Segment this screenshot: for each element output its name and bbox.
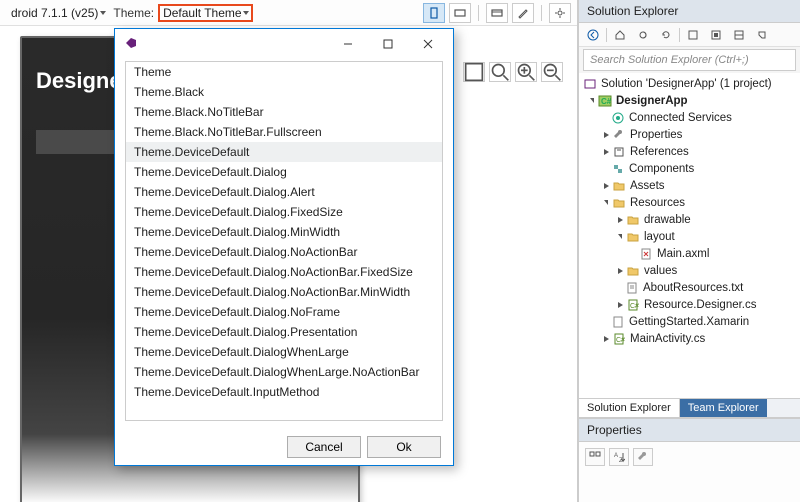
theme-option[interactable]: Theme.Black [126,82,442,102]
alphabetical-button[interactable]: AZ [609,448,629,466]
theme-option[interactable]: Theme.DeviceDefault.Dialog.Alert [126,182,442,202]
axml-file-icon [639,247,653,261]
theme-option[interactable]: Theme.DeviceDefault.Dialog.Presentation [126,322,442,342]
theme-option[interactable]: Theme.DeviceDefault.InputMethod [126,382,442,402]
device-dropdown[interactable]: droid 7.1.1 (v25) [6,4,109,22]
svg-text:C#: C# [630,303,639,310]
folder-icon [626,230,640,244]
solution-explorer-title: Solution Explorer [579,0,800,23]
designer-toolbar: droid 7.1.1 (v25) Theme: Default Theme [0,0,577,26]
home-button[interactable] [610,26,630,44]
preview-button[interactable] [752,26,772,44]
action-bar-button[interactable] [486,3,508,23]
csharp-project-icon: C# [598,94,612,108]
text-file-icon [625,281,639,295]
theme-option[interactable]: Theme.DeviceDefault [126,142,442,162]
solution-tree[interactable]: Solution 'DesignerApp' (1 project) C#Des… [579,73,800,398]
tree-node[interactable]: Resources [579,194,800,211]
theme-option[interactable]: Theme.DeviceDefault.Dialog.MinWidth [126,222,442,242]
theme-option[interactable]: Theme.DeviceDefault.Dialog [126,162,442,182]
show-all-button[interactable] [706,26,726,44]
wrench-button[interactable] [633,448,653,466]
tab-team-explorer[interactable]: Team Explorer [680,399,767,417]
tree-node[interactable]: Main.axml [579,245,800,262]
tree-node[interactable]: Properties [579,126,800,143]
theme-option[interactable]: Theme.Black.NoTitleBar [126,102,442,122]
tree-node[interactable]: AboutResources.txt [579,279,800,296]
wrench-icon [612,128,626,142]
csharp-file-icon: C# [612,332,626,346]
solution-explorer-toolbar [579,23,800,47]
tab-solution-explorer[interactable]: Solution Explorer [579,399,680,417]
theme-option[interactable]: Theme.DeviceDefault.DialogWhenLarge [126,342,442,362]
zoom-in-button[interactable] [515,62,537,82]
theme-option[interactable]: Theme.Black.NoTitleBar.Fullscreen [126,122,442,142]
theme-option[interactable]: Theme.DeviceDefault.Dialog.NoActionBar.F… [126,262,442,282]
zoom-out-button[interactable] [541,62,563,82]
zoom-fit-button[interactable] [463,62,485,82]
theme-dropdown[interactable]: Default Theme [158,4,253,22]
tree-node[interactable]: Assets [579,177,800,194]
tree-node[interactable]: C#Resource.Designer.cs [579,296,800,313]
references-icon [612,145,626,159]
svg-text:C#: C# [601,97,612,106]
xamarin-file-icon [611,315,625,329]
close-button[interactable] [411,32,445,56]
theme-option[interactable]: Theme.DeviceDefault.Dialog.NoFrame [126,302,442,322]
folder-icon [612,196,626,210]
vs-logo-icon [123,35,139,54]
orientation-landscape-button[interactable] [449,3,471,23]
tree-node[interactable]: Connected Services [579,109,800,126]
csharp-file-icon: C# [626,298,640,312]
tree-node[interactable]: values [579,262,800,279]
properties-button[interactable] [729,26,749,44]
minimize-button[interactable] [331,32,365,56]
properties-title: Properties [579,419,800,442]
back-button[interactable] [583,26,603,44]
search-input[interactable]: Search Solution Explorer (Ctrl+;) [583,49,796,71]
tree-node[interactable]: drawable [579,211,800,228]
edit-button[interactable] [512,3,534,23]
collapse-button[interactable] [683,26,703,44]
folder-icon [612,179,626,193]
connected-services-icon [611,111,625,125]
maximize-button[interactable] [371,32,405,56]
theme-option[interactable]: Theme.DeviceDefault.DialogWhenLarge.NoAc… [126,362,442,382]
solution-node[interactable]: Solution 'DesignerApp' (1 project) [579,75,800,92]
folder-icon [626,213,640,227]
theme-picker-dialog: ThemeTheme.BlackTheme.Black.NoTitleBarTh… [114,28,454,466]
settings-button[interactable] [549,3,571,23]
theme-option[interactable]: Theme.DeviceDefault.Dialog.NoActionBar.M… [126,282,442,302]
zoom-100-button[interactable] [489,62,511,82]
components-icon [611,162,625,176]
folder-icon [626,264,640,278]
svg-text:C#: C# [616,337,625,344]
project-node[interactable]: C#DesignerApp [579,92,800,109]
tree-node[interactable]: References [579,143,800,160]
refresh-button[interactable] [656,26,676,44]
categorize-button[interactable] [585,448,605,466]
theme-option[interactable]: Theme.DeviceDefault.Dialog.FixedSize [126,202,442,222]
cancel-button[interactable]: Cancel [287,436,361,458]
orientation-portrait-button[interactable] [423,3,445,23]
ok-button[interactable]: Ok [367,436,441,458]
svg-text:A: A [614,453,618,459]
tree-node[interactable]: layout [579,228,800,245]
tree-node[interactable]: Components [579,160,800,177]
tree-node[interactable]: GettingStarted.Xamarin [579,313,800,330]
tree-node[interactable]: C#MainActivity.cs [579,330,800,347]
theme-option[interactable]: Theme.DeviceDefault.Dialog.NoActionBar [126,242,442,262]
sync-button[interactable] [633,26,653,44]
theme-label: Theme: [113,6,154,20]
solution-icon [583,77,597,91]
theme-option[interactable]: Theme [126,62,442,82]
theme-list[interactable]: ThemeTheme.BlackTheme.Black.NoTitleBarTh… [125,61,443,421]
